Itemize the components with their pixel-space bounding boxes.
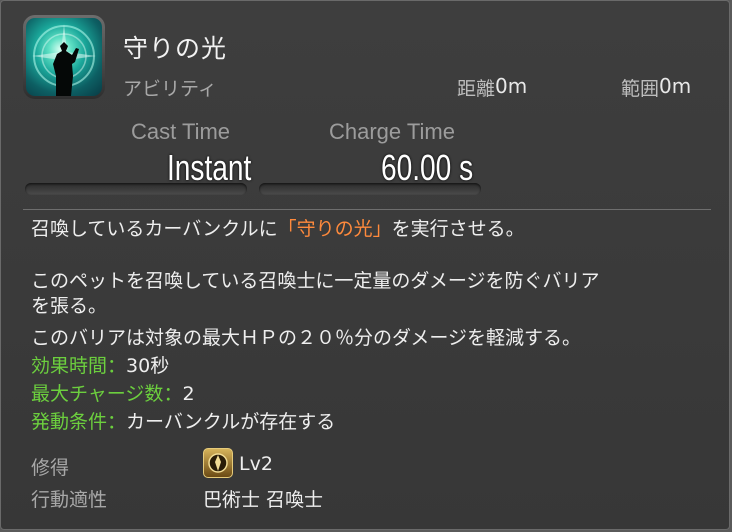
effect-separator: ： — [163, 383, 183, 405]
action-name: 守りの光 — [123, 34, 228, 63]
affinity-classes: 巴術士 召喚士 — [203, 489, 324, 511]
cast-time-bar — [25, 183, 247, 195]
effect-label: 効果時間 — [31, 355, 108, 377]
divider — [23, 209, 711, 210]
effect-label: 最大チャージ数 — [31, 383, 164, 405]
obey-light-icon — [26, 18, 102, 96]
affinity-label: 行動適性 — [31, 489, 108, 511]
description-text: 召喚しているカーバンクルに — [31, 218, 278, 240]
effect-value: カーバンクルが存在する — [126, 411, 336, 433]
description-line-2: このペットを召喚している召喚士に一定量のダメージを防ぐバリア — [31, 270, 600, 292]
effect-duration: 効果時間：30秒 — [31, 354, 169, 379]
effect-value: 2 — [182, 383, 195, 405]
description-line-4: このバリアは対象の最大ＨＰの２０％分のダメージを軽減する。 — [31, 327, 582, 349]
description-line-1: 召喚しているカーバンクルに「守りの光」を実行させる。 — [31, 217, 525, 242]
action-category: アビリティ — [123, 78, 217, 100]
effect-max-charges: 最大チャージ数：2 — [31, 382, 195, 407]
effect-value: 30秒 — [126, 355, 170, 377]
job-crystal-icon — [203, 448, 233, 478]
charge-time-label: Charge Time — [329, 119, 455, 144]
acquire-label: 修得 — [31, 457, 70, 479]
effect-label: 発動条件 — [31, 411, 108, 433]
action-tooltip: 守りの光 アビリティ 距離 0m 範囲 0m Cast Time Instant… — [0, 0, 730, 530]
acquire-level: Lv2 — [239, 453, 273, 475]
effect-separator: ： — [107, 411, 127, 433]
range-label: 距離 — [457, 78, 496, 100]
description-line-3: を張る。 — [31, 295, 108, 317]
charge-time-bar — [259, 183, 481, 195]
range-value: 0m — [495, 74, 528, 98]
action-icon-frame — [23, 15, 105, 99]
radius-value: 0m — [659, 74, 692, 98]
cast-time-label: Cast Time — [131, 119, 231, 144]
action-reference: 「守りの光」 — [277, 218, 392, 240]
description-text: を実行させる。 — [391, 218, 525, 240]
effect-condition: 発動条件：カーバンクルが存在する — [31, 410, 335, 435]
radius-label: 範囲 — [621, 78, 660, 100]
effect-separator: ： — [107, 355, 127, 377]
